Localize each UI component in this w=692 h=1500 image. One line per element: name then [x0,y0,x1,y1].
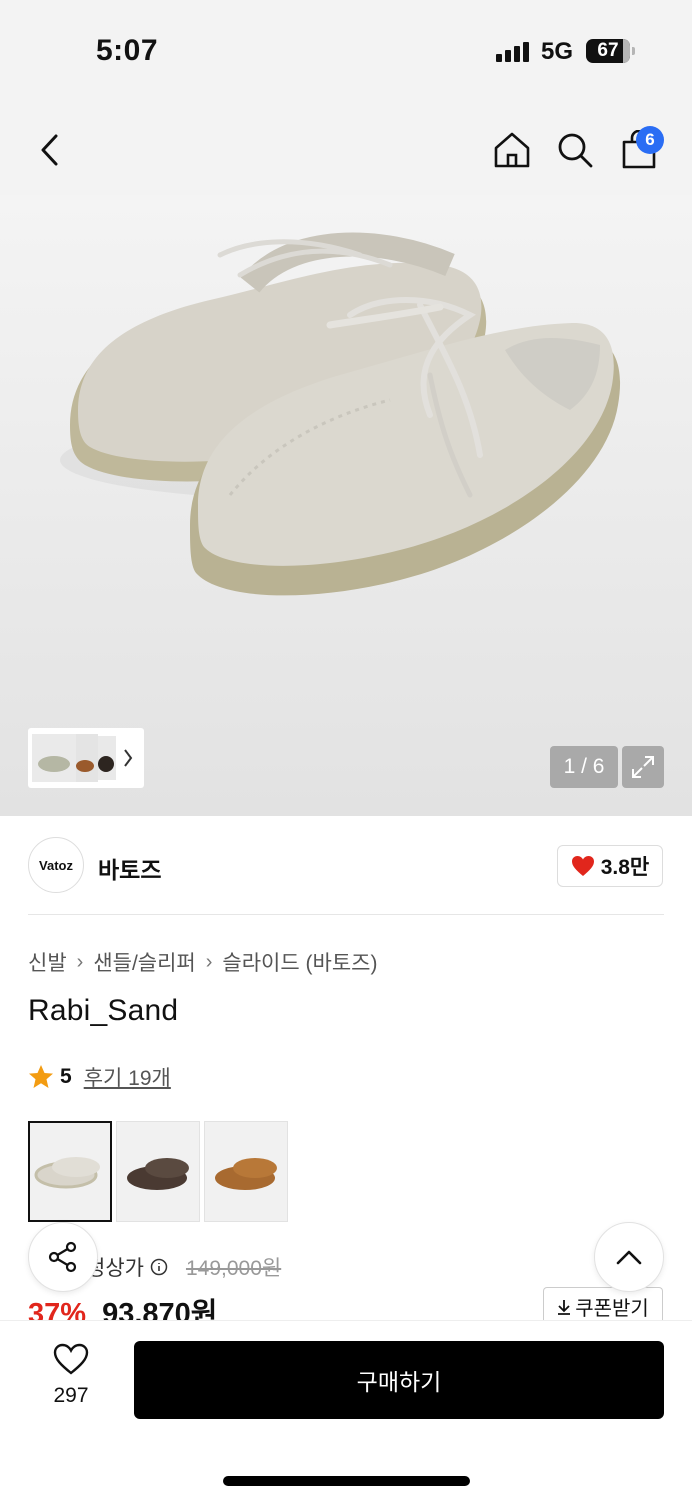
top-nav [0,100,692,195]
download-icon [558,1299,571,1315]
gallery-thumbnails[interactable] [28,728,144,788]
wish-count: 297 [53,1384,89,1407]
discount-rate: 37% [28,1298,87,1320]
color-swatch-tan[interactable] [204,1121,288,1222]
sale-price: 93,870원 [102,1298,218,1320]
brand-like-count: 3.8만 [600,856,650,879]
price-row: 정상가 149,000원 [86,1252,281,1282]
heart-filled-icon [571,856,594,876]
breadcrumb-item-3[interactable]: 슬라이드 (바토즈) [222,947,377,977]
heart-icon [53,1343,89,1375]
battery-level: 67 [597,40,619,61]
color-swatch-brown[interactable] [116,1121,200,1222]
brand-name[interactable]: 바토즈 [98,851,161,885]
wish-button[interactable]: 297 [36,1343,106,1408]
home-indicator [223,1476,470,1486]
network-type: 5G [541,38,574,65]
product-title: Rabi_Sand [28,994,179,1027]
brand-logo[interactable]: Vatoz [28,837,84,893]
signal-icon [496,42,532,62]
chevron-up-icon [616,1250,642,1265]
status-bar: 5:07 5G 67 [0,0,692,100]
battery-icon: 67 [586,39,630,63]
sale-price-row: 37% 93,870원 [28,1290,328,1320]
coupon-label: 쿠폰받기 [575,1298,649,1320]
info-icon[interactable] [150,1258,168,1276]
status-time: 5:07 [96,34,159,67]
share-button[interactable] [28,1222,98,1292]
scroll-top-button[interactable] [594,1222,664,1292]
search-icon[interactable] [553,128,597,172]
divider [28,914,664,915]
back-icon[interactable] [28,128,72,172]
breadcrumb: 신발 › 샌들/슬리퍼 › 슬라이드 (바토즈) [28,947,377,977]
home-icon[interactable] [490,128,534,172]
chevron-right-icon: › [76,950,84,973]
gallery-counter: 1 / 6 [550,746,618,788]
rating-row: 5 후기 19개 [28,1062,171,1092]
expand-icon[interactable] [622,746,664,788]
breadcrumb-item-1[interactable]: 신발 [28,947,67,977]
product-image[interactable] [0,195,692,816]
rating-score: 5 [60,1065,72,1088]
share-icon [48,1241,77,1273]
buy-button[interactable]: 구매하기 [134,1341,664,1419]
cart-count-badge: 6 [636,126,664,154]
shoe-image [60,232,621,596]
original-price: 149,000원 [185,1257,282,1280]
brand-like-button[interactable]: 3.8만 [557,845,663,887]
color-swatch-sand[interactable] [28,1121,112,1222]
star-icon [29,1065,53,1088]
chevron-right-icon: › [205,950,213,973]
reviews-link[interactable]: 후기 19개 [84,1062,171,1092]
breadcrumb-item-2[interactable]: 샌들/슬리퍼 [93,947,195,977]
